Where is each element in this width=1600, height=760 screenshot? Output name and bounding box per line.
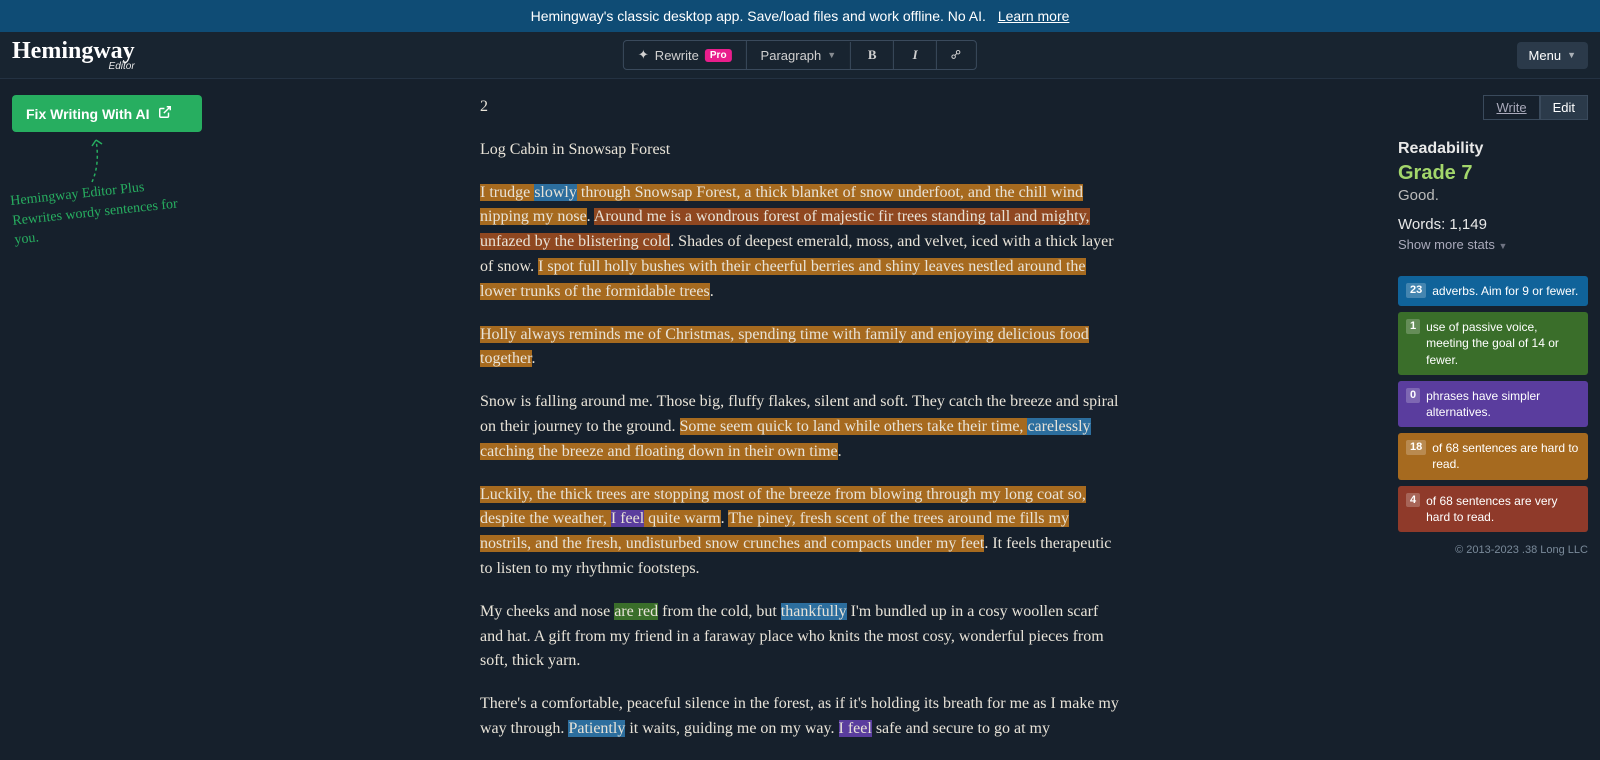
doc-paragraph: I trudge slowly through Snowsap Forest, … [480,181,1120,305]
doc-paragraph: There's a comfortable, peaceful silence … [480,692,1120,742]
card-count: 4 [1406,493,1420,508]
words-value: 1,149 [1449,216,1487,233]
doc-paragraph: My cheeks and nose are red from the cold… [480,600,1120,674]
doc-section-number: 2 [480,95,1120,120]
rewrite-label: Rewrite [655,48,699,63]
pro-badge: Pro [705,49,732,62]
banner-learn-more-link[interactable]: Learn more [998,8,1070,24]
hard-span: I spot full holly bushes with their chee… [480,258,1086,300]
readability-good: Good. [1398,187,1588,204]
adverb-span: Patiently [568,720,625,737]
right-sidebar: Write Edit Readability Grade 7 Good. Wor… [1398,95,1588,760]
card-count: 1 [1406,319,1420,334]
doc-paragraph: Luckily, the thick trees are stopping mo… [480,483,1120,582]
card-simpler[interactable]: 0 phrases have simpler alternatives. [1398,381,1588,427]
card-text: adverbs. Aim for 9 or fewer. [1432,283,1578,299]
tab-edit[interactable]: Edit [1540,95,1588,120]
editor[interactable]: 2 Log Cabin in Snowsap Forest I trudge s… [480,95,1120,760]
card-count: 18 [1406,440,1426,455]
bold-button[interactable]: B [851,41,894,69]
footer-copyright: © 2013-2023 .38 Long LLC [1398,544,1588,556]
menu-label: Menu [1529,48,1562,63]
link-icon: ⚯ [947,45,966,64]
tagline-callout: Hemingway Editor Plus Rewrites wordy sen… [12,182,202,241]
promo-banner: Hemingway's classic desktop app. Save/lo… [0,0,1600,32]
italic-button[interactable]: I [894,41,937,69]
chevron-down-icon: ▼ [1498,241,1507,251]
paragraph-label: Paragraph [761,48,822,63]
brand-logo: Hemingway Editor [12,38,135,72]
sparkle-icon: ✦ [638,47,649,63]
tab-write[interactable]: Write [1483,95,1539,120]
link-button[interactable]: ⚯ [937,41,976,69]
weakener-span: I feel [611,510,644,527]
format-toolbar: ✦ Rewrite Pro Paragraph ▼ B I ⚯ [623,40,977,70]
menu-button[interactable]: Menu ▼ [1517,42,1588,69]
card-adverbs[interactable]: 23 adverbs. Aim for 9 or fewer. [1398,276,1588,306]
bold-icon: B [865,47,879,63]
banner-text: Hemingway's classic desktop app. Save/lo… [531,8,986,24]
doc-title: Log Cabin in Snowsap Forest [480,138,1120,163]
show-more-stats[interactable]: Show more stats ▼ [1398,237,1588,252]
rewrite-button[interactable]: ✦ Rewrite Pro [624,41,747,69]
card-very-hard[interactable]: 4 of 68 sentences are very hard to read. [1398,486,1588,532]
readability-label: Readability [1398,140,1588,158]
mode-tabs: Write Edit [1398,95,1588,120]
arrow-icon [72,134,112,184]
word-count: Words: 1,149 [1398,216,1588,233]
adverb-span: slowly [534,184,577,201]
hard-span: Holly always reminds me of Christmas, sp… [480,326,1089,368]
paragraph-dropdown[interactable]: Paragraph ▼ [747,42,852,69]
left-sidebar: Fix Writing With AI Hemingway Editor Plu… [12,95,202,760]
card-text: of 68 sentences are hard to read. [1432,440,1580,472]
readability-grade: Grade 7 [1398,162,1588,185]
external-link-icon [158,105,172,122]
card-count: 23 [1406,283,1426,298]
card-text: of 68 sentences are very hard to read. [1426,493,1580,525]
card-hard[interactable]: 18 of 68 sentences are hard to read. [1398,433,1588,479]
toolbar: Hemingway Editor ✦ Rewrite Pro Paragraph… [0,32,1600,79]
card-text: use of passive voice, meeting the goal o… [1426,319,1580,368]
passive-span: are red [614,603,658,620]
doc-paragraph: Holly always reminds me of Christmas, sp… [480,323,1120,373]
card-count: 0 [1406,388,1420,403]
adverb-span: carelessly [1027,418,1090,435]
italic-icon: I [908,47,922,63]
words-label: Words: [1398,216,1445,233]
chevron-down-icon: ▼ [827,50,836,60]
chevron-down-icon: ▼ [1567,50,1576,60]
fix-writing-label: Fix Writing With AI [26,106,150,122]
card-passive[interactable]: 1 use of passive voice, meeting the goal … [1398,312,1588,375]
fix-writing-button[interactable]: Fix Writing With AI [12,95,202,132]
card-text: phrases have simpler alternatives. [1426,388,1580,420]
weakener-span: I feel [839,720,872,737]
adverb-span: thankfully [781,603,847,620]
stat-cards: 23 adverbs. Aim for 9 or fewer. 1 use of p… [1398,276,1588,532]
doc-paragraph: Snow is falling around me. Those big, fl… [480,390,1120,464]
